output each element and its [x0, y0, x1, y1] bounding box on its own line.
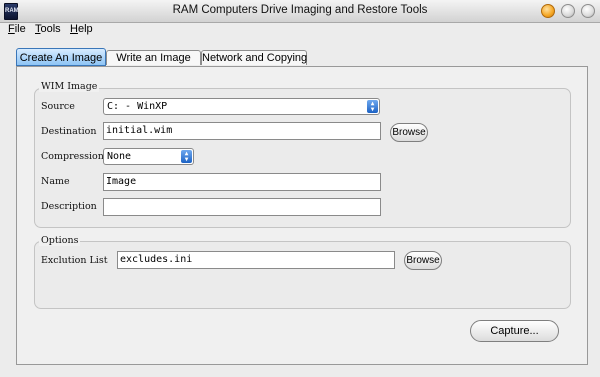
source-value: C: - WinXP	[107, 101, 168, 112]
maximize-button[interactable]	[561, 4, 575, 18]
title-bar: RAM RAM Computers Drive Imaging and Rest…	[0, 0, 600, 23]
tab-write-image[interactable]: Write an Image	[106, 50, 201, 65]
destination-label: Destination	[41, 126, 97, 137]
chevron-updown-icon: ▲ ▼	[181, 150, 192, 163]
menu-tools[interactable]: Tools	[35, 23, 61, 35]
compression-value: None	[107, 151, 132, 162]
menu-bar: File Tools Help	[0, 22, 600, 38]
app-window: RAM RAM Computers Drive Imaging and Rest…	[0, 0, 600, 377]
options-legend: Options	[39, 235, 81, 246]
capture-button[interactable]: Capture...	[470, 320, 559, 342]
source-label: Source	[41, 101, 75, 112]
destination-browse-button[interactable]: Browse	[390, 123, 428, 142]
minimize-button[interactable]	[541, 4, 555, 18]
name-label: Name	[41, 176, 70, 187]
menu-file[interactable]: File	[8, 23, 26, 35]
menu-help[interactable]: Help	[70, 23, 93, 35]
source-select[interactable]: C: - WinXP ▲ ▼	[103, 98, 380, 115]
exclusion-list-field[interactable]: excludes.ini	[117, 251, 395, 269]
name-field[interactable]: Image	[103, 173, 381, 191]
tab-panel: WIM Image Source C: - WinXP ▲ ▼ Destinati…	[16, 66, 588, 365]
compression-label: Compression	[41, 151, 104, 162]
tab-network-copying[interactable]: Network and Copying	[201, 50, 307, 65]
exclusion-list-label: Exclution List	[41, 255, 108, 266]
description-field[interactable]	[103, 198, 381, 216]
destination-field[interactable]: initial.wim	[103, 122, 381, 140]
description-label: Description	[41, 201, 97, 212]
wim-image-legend: WIM Image	[39, 81, 100, 92]
chevron-updown-icon: ▲ ▼	[367, 100, 378, 113]
exclusion-browse-button[interactable]: Browse	[404, 251, 442, 270]
compression-select[interactable]: None ▲ ▼	[103, 148, 194, 165]
window-title: RAM Computers Drive Imaging and Restore …	[172, 4, 428, 16]
tab-create-image[interactable]: Create An Image	[16, 48, 106, 66]
close-button[interactable]	[581, 4, 595, 18]
